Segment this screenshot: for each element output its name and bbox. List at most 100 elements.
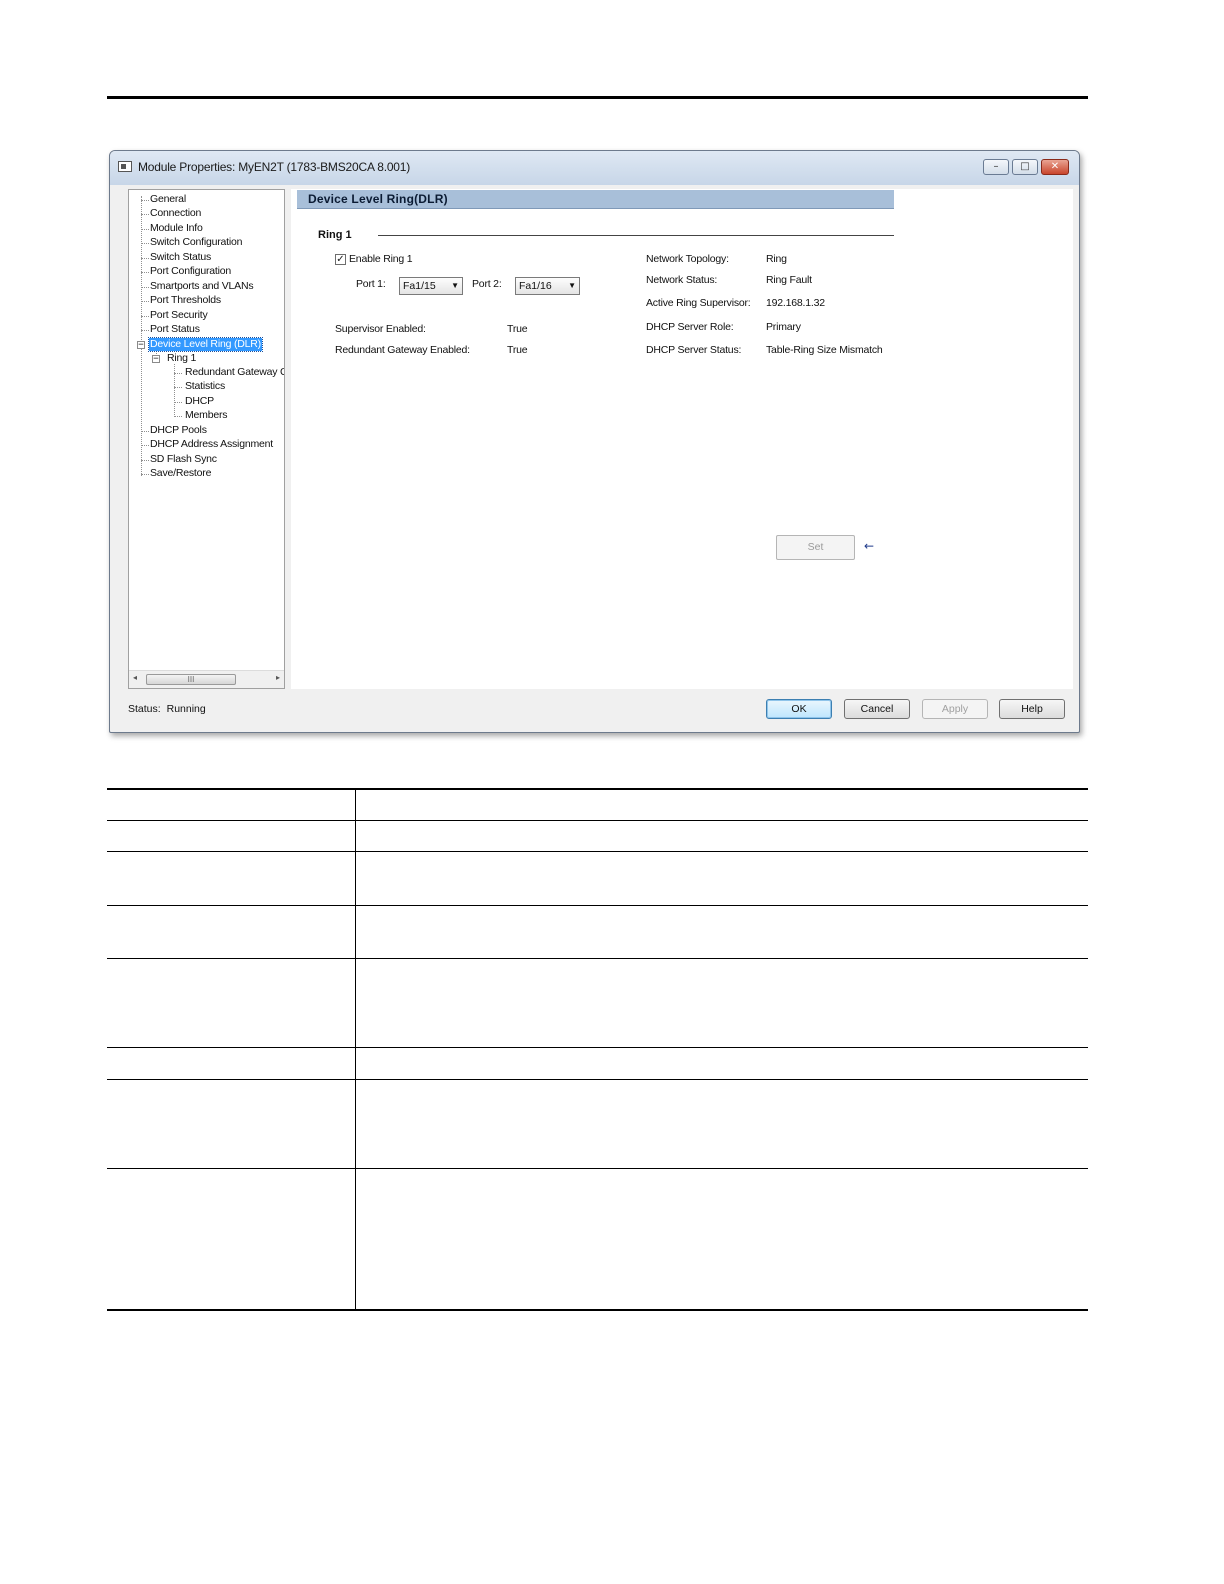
- tree-connector: [141, 243, 149, 244]
- table-rule: [107, 851, 1088, 852]
- dialog-client-area: − − General Connection Module Info Switc…: [116, 185, 1073, 726]
- cancel-button[interactable]: Cancel: [844, 699, 910, 719]
- tree-item-device-level-ring[interactable]: Device Level Ring (DLR): [148, 337, 263, 352]
- supervisor-enabled-label: Supervisor Enabled:: [335, 323, 426, 335]
- tree-item-port-thresholds[interactable]: Port Thresholds: [150, 294, 221, 307]
- tree-guide-line: [174, 364, 175, 417]
- ok-button[interactable]: OK: [766, 699, 832, 719]
- port2-label: Port 2:: [472, 278, 502, 290]
- tree-item-port-status[interactable]: Port Status: [150, 323, 200, 336]
- active-supervisor-label: Active Ring Supervisor:: [646, 297, 751, 309]
- status-value: Running: [166, 703, 206, 715]
- tree-item-dhcp-address-assignment[interactable]: DHCP Address Assignment: [150, 438, 273, 451]
- status-bar: Status: Running: [128, 703, 206, 715]
- network-status-value: Ring Fault: [766, 274, 812, 286]
- tree-connector: [141, 330, 149, 331]
- scroll-thumb[interactable]: III: [146, 674, 236, 685]
- navigation-tree[interactable]: − − General Connection Module Info Switc…: [128, 189, 285, 689]
- collapse-dlr-icon[interactable]: −: [137, 341, 145, 350]
- port1-value: Fa1/15: [403, 280, 436, 292]
- network-status-label: Network Status:: [646, 274, 718, 286]
- tree-item-switch-configuration[interactable]: Switch Configuration: [150, 236, 243, 249]
- section-header: Device Level Ring(DLR): [297, 190, 894, 209]
- ring-group-title: Ring 1: [318, 229, 352, 241]
- tree-item-switch-status[interactable]: Switch Status: [150, 251, 211, 264]
- chevron-down-icon[interactable]: ▼: [568, 278, 576, 294]
- close-button[interactable]: ✕: [1041, 159, 1069, 175]
- tree-connector: [141, 258, 149, 259]
- tree-item-members[interactable]: Members: [185, 409, 228, 422]
- tree-guide-line: [141, 196, 142, 476]
- tree-connector: [141, 214, 149, 215]
- tree-connector: [141, 316, 149, 317]
- redundant-gateway-label: Redundant Gateway Enabled:: [335, 344, 470, 356]
- table-rule: [107, 1047, 1088, 1048]
- scroll-left-icon[interactable]: ◂: [133, 673, 137, 682]
- arrow-left-icon: ←: [864, 539, 875, 553]
- table-rule: [107, 905, 1088, 906]
- enable-ring-checkbox[interactable]: ✓: [335, 254, 346, 265]
- tree-connector: [141, 272, 149, 273]
- tree-connector: [141, 287, 149, 288]
- tree-item-ring-1[interactable]: Ring 1: [167, 352, 196, 365]
- tree-item-module-info[interactable]: Module Info: [150, 222, 203, 235]
- apply-button[interactable]: Apply: [922, 699, 988, 719]
- tree-item-redundant-gateway[interactable]: Redundant Gateway Co: [185, 366, 284, 379]
- tree-connector: [141, 229, 149, 230]
- ring-group-divider: [378, 235, 894, 236]
- tree-item-port-configuration[interactable]: Port Configuration: [150, 265, 231, 278]
- enable-ring-label[interactable]: Enable Ring 1: [349, 253, 413, 265]
- table-rule: [107, 1079, 1088, 1080]
- active-supervisor-value: 192.168.1.32: [766, 297, 825, 309]
- title-bar[interactable]: Module Properties: MyEN2T (1783-BMS20CA …: [110, 151, 1079, 185]
- port1-label: Port 1:: [356, 278, 386, 290]
- network-topology-value: Ring: [766, 253, 787, 265]
- supervisor-enabled-value: True: [507, 323, 528, 335]
- redundant-gateway-value: True: [507, 344, 528, 356]
- port2-value: Fa1/16: [519, 280, 552, 292]
- tree-connector: [141, 431, 149, 432]
- minimize-button[interactable]: –: [983, 159, 1009, 175]
- tree-connector: [174, 416, 182, 417]
- tree-connector: [174, 387, 182, 388]
- tree-connector: [141, 301, 149, 302]
- tree-connector: [141, 460, 149, 461]
- maximize-button[interactable]: □: [1012, 159, 1038, 175]
- tree-item-dhcp-pools[interactable]: DHCP Pools: [150, 424, 207, 437]
- table-rule: [107, 1168, 1088, 1169]
- scroll-right-icon[interactable]: ▸: [276, 673, 280, 682]
- dhcp-server-status-label: DHCP Server Status:: [646, 344, 742, 356]
- tree-horizontal-scrollbar[interactable]: ◂ III ▸: [129, 670, 284, 688]
- tree-connector: [174, 373, 182, 374]
- table-column-divider: [355, 788, 356, 1311]
- tree-item-sd-flash-sync[interactable]: SD Flash Sync: [150, 453, 217, 466]
- table-rule: [107, 1309, 1088, 1311]
- port2-select[interactable]: Fa1/16 ▼: [515, 277, 580, 295]
- tree-item-statistics[interactable]: Statistics: [185, 380, 225, 393]
- tree-connector: [141, 474, 149, 475]
- window-app-icon: [118, 161, 132, 172]
- page-top-rule: [107, 96, 1088, 99]
- tree-connector: [141, 445, 149, 446]
- collapse-ring1-icon[interactable]: −: [152, 355, 160, 364]
- chevron-down-icon[interactable]: ▼: [451, 278, 459, 294]
- tree-item-connection[interactable]: Connection: [150, 207, 201, 220]
- status-label: Status:: [128, 703, 161, 715]
- tree-item-dhcp[interactable]: DHCP: [185, 395, 214, 408]
- tree-item-port-security[interactable]: Port Security: [150, 309, 208, 322]
- set-button[interactable]: Set: [776, 535, 855, 560]
- tree-item-smartports-vlans[interactable]: Smartports and VLANs: [150, 280, 254, 293]
- table-rule: [107, 958, 1088, 959]
- parameter-table: [107, 788, 1088, 1311]
- help-button[interactable]: Help: [999, 699, 1065, 719]
- table-rule: [107, 820, 1088, 821]
- dhcp-server-status-value: Table-Ring Size Mismatch: [766, 344, 883, 356]
- window-title: Module Properties: MyEN2T (1783-BMS20CA …: [138, 160, 411, 174]
- port1-select[interactable]: Fa1/15 ▼: [399, 277, 463, 295]
- dhcp-server-role-label: DHCP Server Role:: [646, 321, 734, 333]
- module-properties-window: Module Properties: MyEN2T (1783-BMS20CA …: [109, 150, 1080, 733]
- tree-connector: [174, 402, 182, 403]
- dhcp-server-role-value: Primary: [766, 321, 801, 333]
- tree-item-save-restore[interactable]: Save/Restore: [150, 467, 211, 480]
- tree-item-general[interactable]: General: [150, 193, 186, 206]
